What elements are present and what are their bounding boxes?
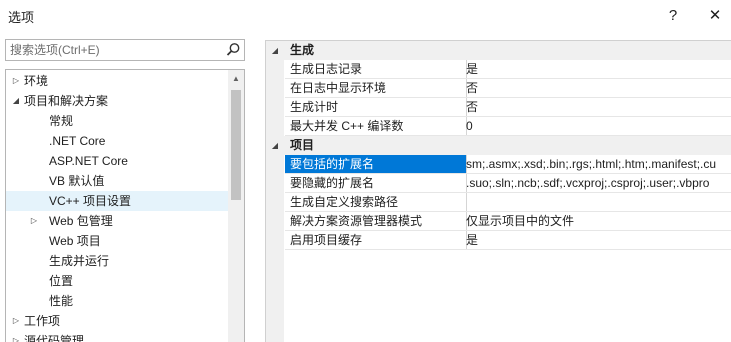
tree-item-label: Web 项目: [49, 234, 101, 248]
collapse-icon[interactable]: ◢: [269, 136, 281, 155]
tree-item-label: 源代码管理: [24, 334, 85, 342]
property-name[interactable]: 要包括的扩展名: [285, 155, 467, 174]
property-name[interactable]: 要隐藏的扩展名: [285, 174, 467, 193]
property-row[interactable]: 最大并发 C++ 编译数 0: [266, 117, 731, 136]
property-value[interactable]: .suo;.sln;.ncb;.sdf;.vcxproj;.csproj;.us…: [462, 174, 731, 193]
help-button[interactable]: ?: [659, 2, 687, 28]
property-row[interactable]: 生成日志记录是: [266, 60, 731, 79]
scrollbar-thumb[interactable]: [231, 90, 241, 200]
tree-item[interactable]: 常规: [6, 111, 229, 131]
property-value[interactable]: sm;.asmx;.xsd;.bin;.rgs;.html;.htm;.mani…: [462, 155, 731, 174]
expand-arrow-icon[interactable]: ▷: [10, 311, 22, 331]
tree-item-label: Web 包管理: [49, 214, 113, 228]
tree-item-label: 生成并运行: [49, 254, 110, 268]
tree-item-label: ASP.NET Core: [49, 154, 128, 168]
property-value[interactable]: 否: [462, 79, 731, 98]
tree-item-label: 性能: [49, 294, 74, 308]
property-row[interactable]: 要隐藏的扩展名 .suo;.sln;.ncb;.sdf;.vcxproj;.csp…: [266, 174, 731, 193]
property-row[interactable]: 启用项目缓存是: [266, 231, 731, 250]
tree-item[interactable]: 性能: [6, 291, 229, 311]
tree-item[interactable]: 位置: [6, 271, 229, 291]
tree-item[interactable]: ▷ 工作项: [6, 311, 229, 331]
search-icon[interactable]: [224, 41, 242, 59]
tree-item[interactable]: 生成并运行: [6, 251, 229, 271]
property-value[interactable]: 是: [462, 60, 731, 79]
tree-item[interactable]: ▷ Web 包管理: [6, 211, 229, 231]
tree-item[interactable]: ◢ 项目和解决方案: [6, 91, 229, 111]
tree-item[interactable]: ▷ 环境: [6, 71, 229, 91]
collapse-icon[interactable]: ◢: [269, 41, 281, 60]
window-title: 选项: [8, 10, 35, 25]
property-row[interactable]: 在日志中显示环境否: [266, 79, 731, 98]
property-value[interactable]: [462, 193, 731, 212]
tree-item-label: 位置: [49, 274, 74, 288]
tree-item-label: .NET Core: [49, 134, 106, 148]
property-row[interactable]: 生成计时否: [266, 98, 731, 117]
property-name[interactable]: 生成日志记录: [285, 60, 467, 79]
tree-scrollbar[interactable]: ▲: [228, 70, 244, 342]
tree-item-label: 常规: [49, 114, 74, 128]
title-bar: 选项 ? ✕: [0, 0, 731, 32]
tree-item[interactable]: VB 默认值: [6, 171, 229, 191]
category-label: 生成: [290, 43, 315, 57]
tree-item[interactable]: ▷ 源代码管理: [6, 331, 229, 342]
collapse-arrow-icon[interactable]: ◢: [10, 91, 22, 111]
tree-item[interactable]: Web 项目: [6, 231, 229, 251]
options-tree: ▷ 环境 ◢ 项目和解决方案 常规 .NET Core ASP.NET Core VB 默认值…: [5, 69, 245, 342]
property-row[interactable]: 生成自定义搜索路径: [266, 193, 731, 212]
property-name[interactable]: 生成计时: [285, 98, 467, 117]
tree-item-label: VB 默认值: [49, 174, 105, 188]
search-input[interactable]: [8, 41, 220, 59]
category-build[interactable]: ◢ 生成: [266, 41, 731, 60]
search-box[interactable]: [5, 39, 245, 61]
property-name[interactable]: 启用项目缓存: [285, 231, 467, 250]
property-row[interactable]: 要包括的扩展名 sm;.asmx;.xsd;.bin;.rgs;.html;.ht…: [266, 155, 731, 174]
category-project[interactable]: ◢ 项目: [266, 136, 731, 155]
property-name[interactable]: 生成自定义搜索路径: [285, 193, 467, 212]
property-name[interactable]: 解决方案资源管理器模式: [285, 212, 467, 231]
tree-item-label: VC++ 项目设置: [49, 194, 132, 208]
property-value[interactable]: 是: [462, 231, 731, 250]
tree-item-label: 工作项: [24, 314, 61, 328]
expand-arrow-icon[interactable]: ▷: [10, 331, 22, 342]
scroll-up-icon[interactable]: ▲: [228, 70, 244, 86]
property-name[interactable]: 最大并发 C++ 编译数: [285, 117, 467, 136]
expand-arrow-icon[interactable]: ▷: [28, 211, 40, 231]
property-row[interactable]: 解决方案资源管理器模式 仅显示项目中的文件: [266, 212, 731, 231]
property-value[interactable]: 否: [462, 98, 731, 117]
tree-item[interactable]: ASP.NET Core: [6, 151, 229, 171]
tree-item-label: 环境: [24, 74, 49, 88]
property-name[interactable]: 在日志中显示环境: [285, 79, 467, 98]
tree-item[interactable]: VC++ 项目设置: [6, 191, 229, 211]
property-value[interactable]: 0: [462, 117, 731, 136]
tree-item[interactable]: .NET Core: [6, 131, 229, 151]
tree-item-label: 项目和解决方案: [24, 94, 109, 108]
category-label: 项目: [290, 138, 315, 152]
expand-arrow-icon[interactable]: ▷: [10, 71, 22, 91]
close-button[interactable]: ✕: [701, 2, 729, 28]
property-value[interactable]: 仅显示项目中的文件: [462, 212, 731, 231]
property-grid: ◢ 生成 生成日志记录是在日志中显示环境否生成计时否最大并发 C++ 编译数 0 …: [265, 40, 731, 342]
